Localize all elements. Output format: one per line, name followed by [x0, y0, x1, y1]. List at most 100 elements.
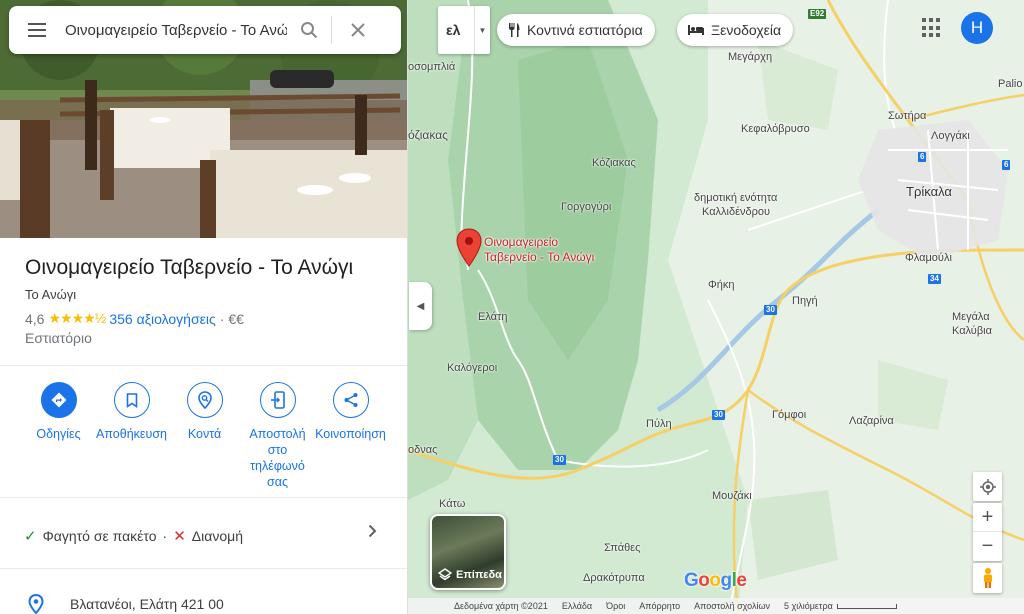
address-row[interactable]: Βλατανέοι, Ελάτη 421 00 [28, 594, 224, 614]
restaurant-icon [509, 23, 520, 37]
caret-down-icon: ▼ [474, 6, 490, 54]
chevron-right-icon[interactable] [368, 524, 377, 543]
country-link[interactable]: Ελλάδα [562, 601, 592, 611]
map-label: Καλλιδένδρου [702, 206, 771, 218]
map-label: Μεγάλα [952, 311, 990, 323]
zoom-out-button[interactable]: − [973, 532, 1002, 561]
layers-icon [438, 568, 452, 581]
scale-label: 5 χιλιόμετρα [783, 601, 833, 611]
directions-button[interactable]: Οδηγίες [22, 382, 95, 490]
map-label: Κόζιακας [592, 157, 636, 169]
route-shield: E92 [808, 9, 827, 19]
map-label: Μεγάρχη [728, 51, 773, 63]
zoom-control: + − [973, 503, 1002, 561]
delivery-label: Διανομή [191, 528, 243, 544]
map-label: Λαζαρίνα [849, 415, 894, 427]
map-label: Καλόγεροι [447, 362, 498, 374]
location-pin-icon [28, 594, 44, 614]
search-input[interactable] [65, 21, 287, 39]
scale-bar [836, 604, 897, 610]
takeaway-label: Φαγητό σε πακέτο [42, 528, 157, 544]
map-label: οδνας [408, 444, 438, 456]
directions-icon [40, 382, 77, 418]
map-label: Κάτω [439, 498, 466, 510]
route-shield: 30 [553, 455, 566, 465]
chip-label: Κοντινά εστιατόρια [527, 22, 643, 38]
nearby-button[interactable]: Κοντά [168, 382, 241, 490]
action-label: Αποθήκευση [96, 427, 167, 441]
share-icon [332, 382, 369, 418]
nearby-restaurants-chip[interactable]: Κοντινά εστιατόρια [497, 14, 655, 46]
hotels-chip[interactable]: Ξενοδοχεία [677, 14, 794, 46]
google-apps-icon[interactable] [922, 18, 942, 38]
chevron-left-icon: ◀ [416, 300, 425, 312]
search-button[interactable] [287, 21, 331, 39]
place-title: Οινομαγειρείο Ταβερνείο - Το Ανώγι [25, 256, 354, 279]
privacy-link[interactable]: Απόρρητο [639, 601, 680, 611]
search-box [9, 6, 401, 54]
map-label: Τρίκαλα [906, 184, 952, 199]
place-pin-icon[interactable] [456, 228, 482, 268]
maps-app: Μεγάρχη Κεφαλόβρυσο Σωτήρα Λογγάκι Τρίκα… [0, 0, 1024, 614]
share-button[interactable]: Κοινοποίηση [314, 382, 387, 490]
place-pin-label[interactable]: Οινομαγειρείο Ταβερνείο - Το Ανώγι [484, 235, 594, 265]
action-label: Αποστολή στο τηλέφωνό σας [249, 427, 306, 489]
clear-search-button[interactable] [332, 23, 384, 37]
divider [0, 365, 407, 366]
map-label: Γοργογύρι [561, 201, 612, 213]
send-to-phone-button[interactable]: Αποστολή στο τηλέφωνό σας [241, 382, 314, 490]
save-button[interactable]: Αποθήκευση [95, 382, 168, 490]
search-icon [301, 22, 318, 39]
check-icon: ✓ [24, 528, 37, 545]
address-text: Βλατανέοι, Ελάτη 421 00 [70, 596, 224, 612]
pin-label-line1: Οινομαγειρείο [484, 235, 559, 249]
terms-link[interactable]: Όροι [606, 601, 625, 611]
place-category[interactable]: Εστιατόριο [25, 330, 92, 346]
chip-label: Ξενοδοχεία [711, 22, 782, 38]
rating-row: 4,6 ★★★★½ 356 αξιολογήσεις · €€ [25, 310, 244, 327]
map-label: Λογγάκι [931, 130, 970, 142]
menu-icon[interactable] [9, 23, 65, 37]
account-avatar[interactable]: H [961, 12, 993, 44]
map-label: οσομπλιά [408, 61, 456, 73]
map-label: Σωτήρα [888, 110, 927, 122]
action-label: Κοινοποίηση [315, 427, 386, 441]
street-view-pegman[interactable] [973, 563, 1002, 593]
map-label: Γόμφοι [772, 409, 807, 421]
map-label: Ελάτη [478, 311, 508, 323]
map-footer: Δεδομένα χάρτη ©2021 Ελλάδα Όροι Απόρρητ… [408, 598, 1024, 614]
map-label: Φήκη [708, 279, 735, 291]
route-shield: 6 [918, 152, 927, 162]
map-label: όζιακας [408, 128, 448, 142]
map-label: Σπάθες [604, 542, 641, 554]
google-logo: Google [684, 570, 747, 591]
scale-control[interactable]: 5 χιλιόμετρα [784, 601, 897, 611]
separator-dot: · [219, 310, 225, 327]
nearby-icon [186, 382, 223, 418]
pin-label-line2: Ταβερνείο - Το Ανώγι [484, 250, 595, 264]
action-row: Οδηγίες Αποθήκευση Κοντά Αποστολή στο τη… [22, 382, 394, 490]
service-options[interactable]: ✓ Φαγητό σε πακέτο · ✕ Διανομή [24, 527, 243, 545]
close-icon [351, 23, 365, 37]
my-location-icon [979, 478, 996, 495]
place-subtitle: Το Ανώγι [25, 287, 77, 302]
bookmark-icon [113, 382, 150, 418]
map-label: Πηγή [792, 295, 818, 307]
layers-label: Επίπεδα [456, 569, 502, 581]
route-shield: 30 [764, 305, 777, 315]
reviews-link[interactable]: 356 αξιολογήσεις [109, 311, 215, 327]
bed-icon [688, 25, 704, 35]
map-label: Καλύβια [952, 325, 992, 337]
my-location-button[interactable] [973, 472, 1002, 501]
map-data-credit: Δεδομένα χάρτη ©2021 [454, 601, 548, 611]
place-panel: Οινομαγειρείο Ταβερνείο - Το Ανώγι Το Αν… [0, 0, 408, 614]
feedback-link[interactable]: Αποστολή σχολίων [694, 601, 770, 611]
map-label: Μουζάκι [712, 490, 752, 502]
collapse-panel-button[interactable]: ◀ [409, 282, 432, 330]
route-shield: 6 [1002, 160, 1011, 170]
layers-button[interactable]: Επίπεδα [430, 514, 506, 590]
language-value: ελ [446, 22, 461, 38]
language-select[interactable]: ελ ▼ [438, 6, 490, 54]
zoom-in-button[interactable]: + [973, 503, 1002, 532]
separator-dot: · [162, 528, 168, 544]
